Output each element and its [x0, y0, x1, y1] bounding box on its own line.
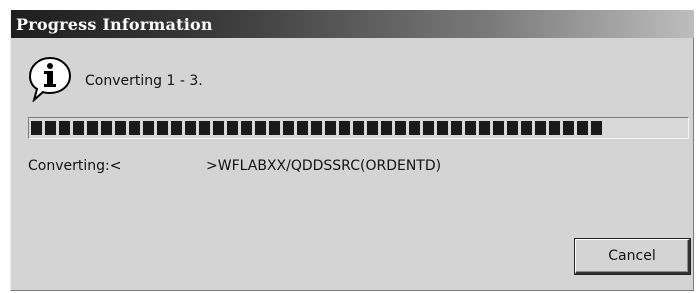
progress-bar-fill [31, 121, 602, 135]
info-icon [28, 56, 72, 102]
window-title: Progress Information [16, 14, 213, 34]
title-bar[interactable]: Progress Information [11, 10, 694, 38]
status-value: >WFLABXX/QDDSSRC(ORDENTD) [206, 158, 442, 174]
status-label: Converting:< [28, 158, 122, 174]
progress-bar [28, 117, 689, 139]
cancel-button[interactable]: Cancel [574, 238, 691, 275]
progress-message: Converting 1 - 3. [85, 73, 203, 89]
progress-dialog: Progress Information Converting 1 - 3. C… [10, 10, 694, 291]
